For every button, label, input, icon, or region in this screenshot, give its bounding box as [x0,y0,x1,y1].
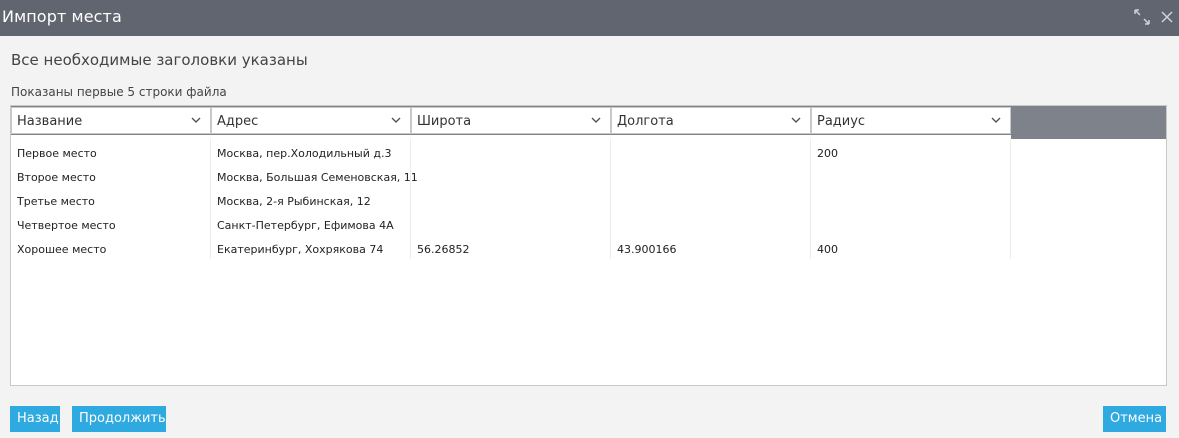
column-select-label: Название [17,114,83,129]
cell-longitude [611,165,811,189]
cell-radius [811,213,1011,237]
chevron-down-icon [191,117,201,123]
chevron-down-icon [791,117,801,123]
dialog-title: Импорт места [2,7,122,26]
dialog-titlebar: Импорт места [0,0,1179,36]
expand-icon[interactable] [1133,8,1151,26]
cell-address: Москва, Большая Семеновская, 11 [217,171,418,184]
cell-name: Второе место [17,171,96,184]
cell-longitude [611,213,811,237]
table-row: Второе место Москва, Большая Семеновская… [11,165,1011,189]
back-button[interactable]: Назад [10,406,60,432]
column-select-address[interactable]: Адрес [211,107,411,134]
cell-address: Екатеринбург, Хохрякова 74 [217,243,384,256]
cell-radius: 200 [817,147,838,160]
column-select-label: Адрес [217,114,259,129]
column-select-label: Широта [417,114,472,129]
cell-name: Первое место [17,147,97,160]
chevron-down-icon [391,117,401,123]
cell-longitude [611,141,811,165]
table-row: Третье место Москва, 2-я Рыбинская, 12 [11,189,1011,213]
cell-longitude: 43.900166 [617,243,677,256]
table-row: Четвертое место Санкт-Петербург, Ефимова… [11,213,1011,237]
cell-radius [811,165,1011,189]
cell-address: Москва, 2-я Рыбинская, 12 [217,195,371,208]
cell-latitude: 56.26852 [417,243,470,256]
cell-latitude [411,213,611,237]
cell-latitude [411,165,611,189]
cell-name: Четвертое место [17,219,116,232]
cell-latitude [411,141,611,165]
cell-address: Санкт-Петербург, Ефимова 4А [217,219,394,232]
preview-note: Показаны первые 5 строки файла [11,85,227,99]
cell-latitude [411,189,611,213]
column-select-name[interactable]: Название [11,107,211,134]
cell-longitude [611,189,811,213]
header-divider [11,135,1011,139]
chevron-down-icon [991,117,1001,123]
table-row: Первое место Москва, пер.Холодильный д.3… [11,141,1011,165]
cell-radius [811,189,1011,213]
cell-name: Третье место [17,195,95,208]
continue-button[interactable]: Продолжить [72,406,166,432]
column-select-longitude[interactable]: Долгота [611,107,811,134]
column-select-label: Долгота [617,114,674,129]
cell-address: Москва, пер.Холодильный д.3 [217,147,392,160]
close-icon[interactable] [1158,8,1176,26]
column-select-latitude[interactable]: Широта [411,107,611,134]
chevron-down-icon [591,117,601,123]
cell-radius: 400 [817,243,838,256]
column-select-label: Радиус [817,114,866,129]
column-select-radius[interactable]: Радиус [811,107,1011,134]
preview-table: Название Адрес Широта Долгота Радиус Пер… [10,105,1167,386]
status-heading: Все необходимые заголовки указаны [11,51,308,69]
cell-name: Хорошее место [17,243,107,256]
table-row: Хорошее место Екатеринбург, Хохрякова 74… [11,237,1011,261]
cancel-button[interactable]: Отмена [1103,406,1166,432]
